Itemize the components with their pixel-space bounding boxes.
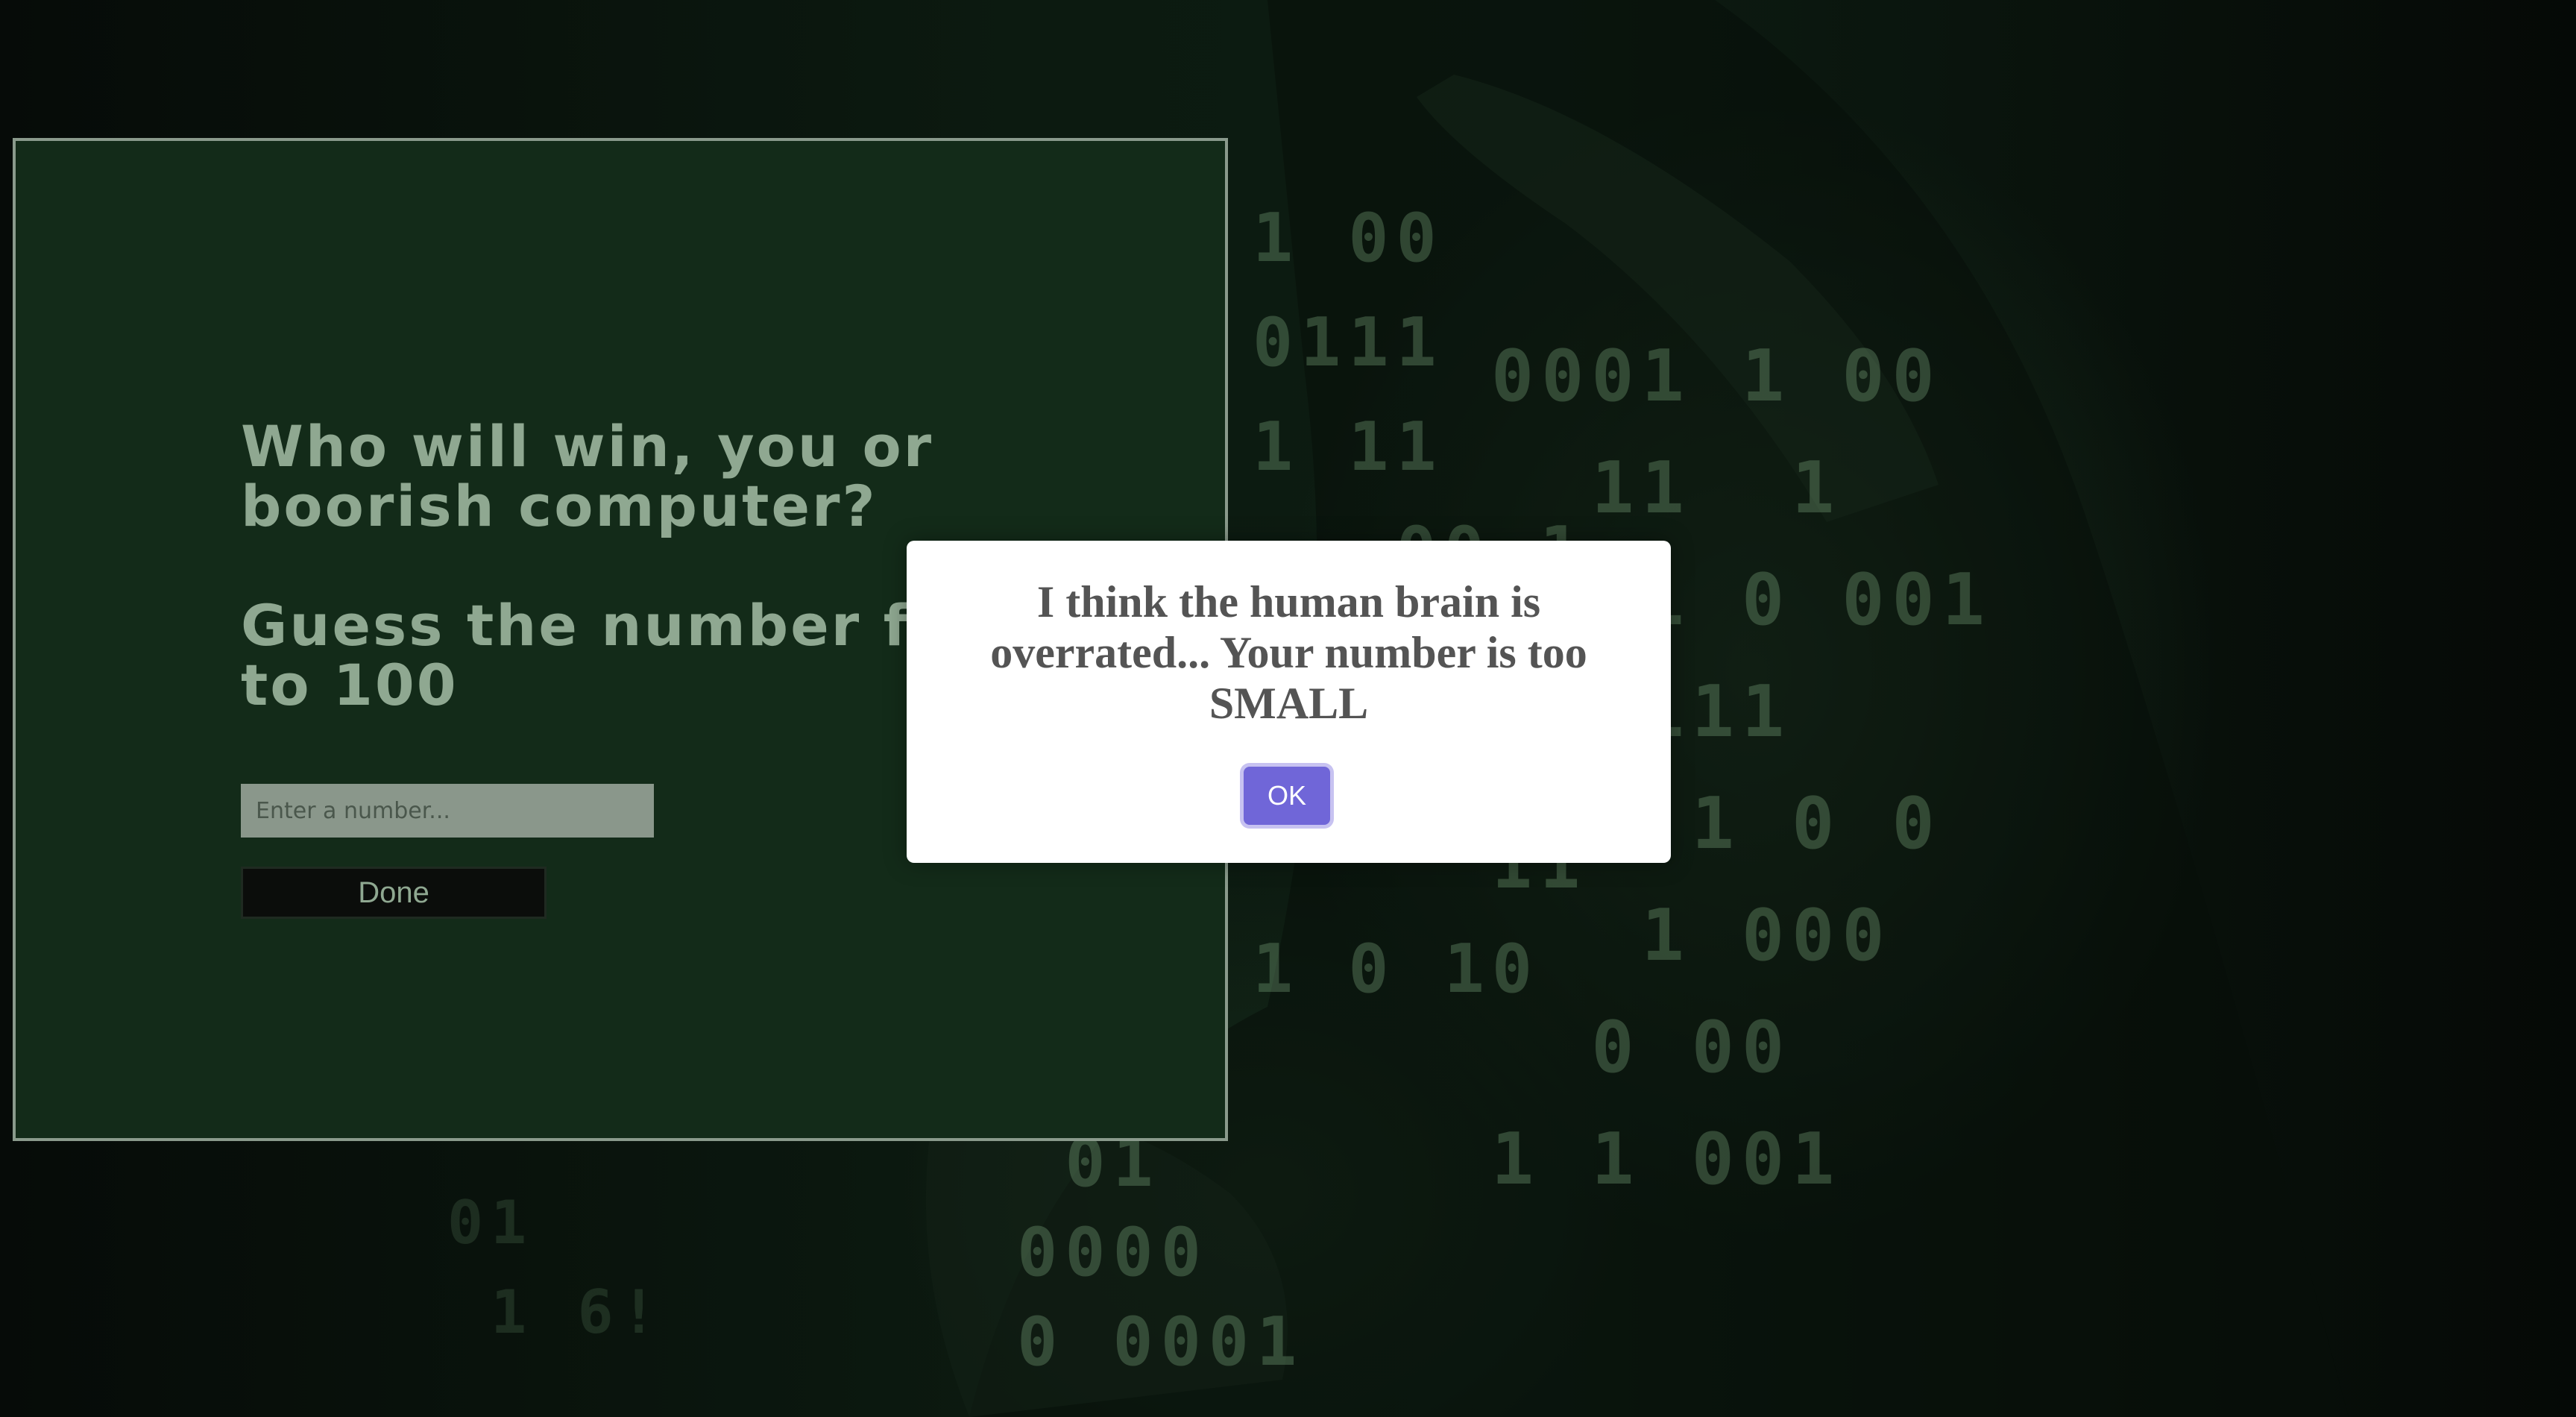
ok-button[interactable]: OK [1244,767,1330,825]
done-button[interactable]: Done [241,867,547,919]
game-title: Who will win, you or boorish computer? [241,413,934,539]
binary-pattern: 01 1 6! [447,1188,664,1347]
binary-pattern: 01 0000 0 0001 [1017,1124,1305,1381]
dialog-message: I think the human brain is overrated... … [990,577,1587,728]
number-input[interactable] [241,784,654,838]
alert-dialog: I think the human brain is overrated... … [907,541,1671,863]
